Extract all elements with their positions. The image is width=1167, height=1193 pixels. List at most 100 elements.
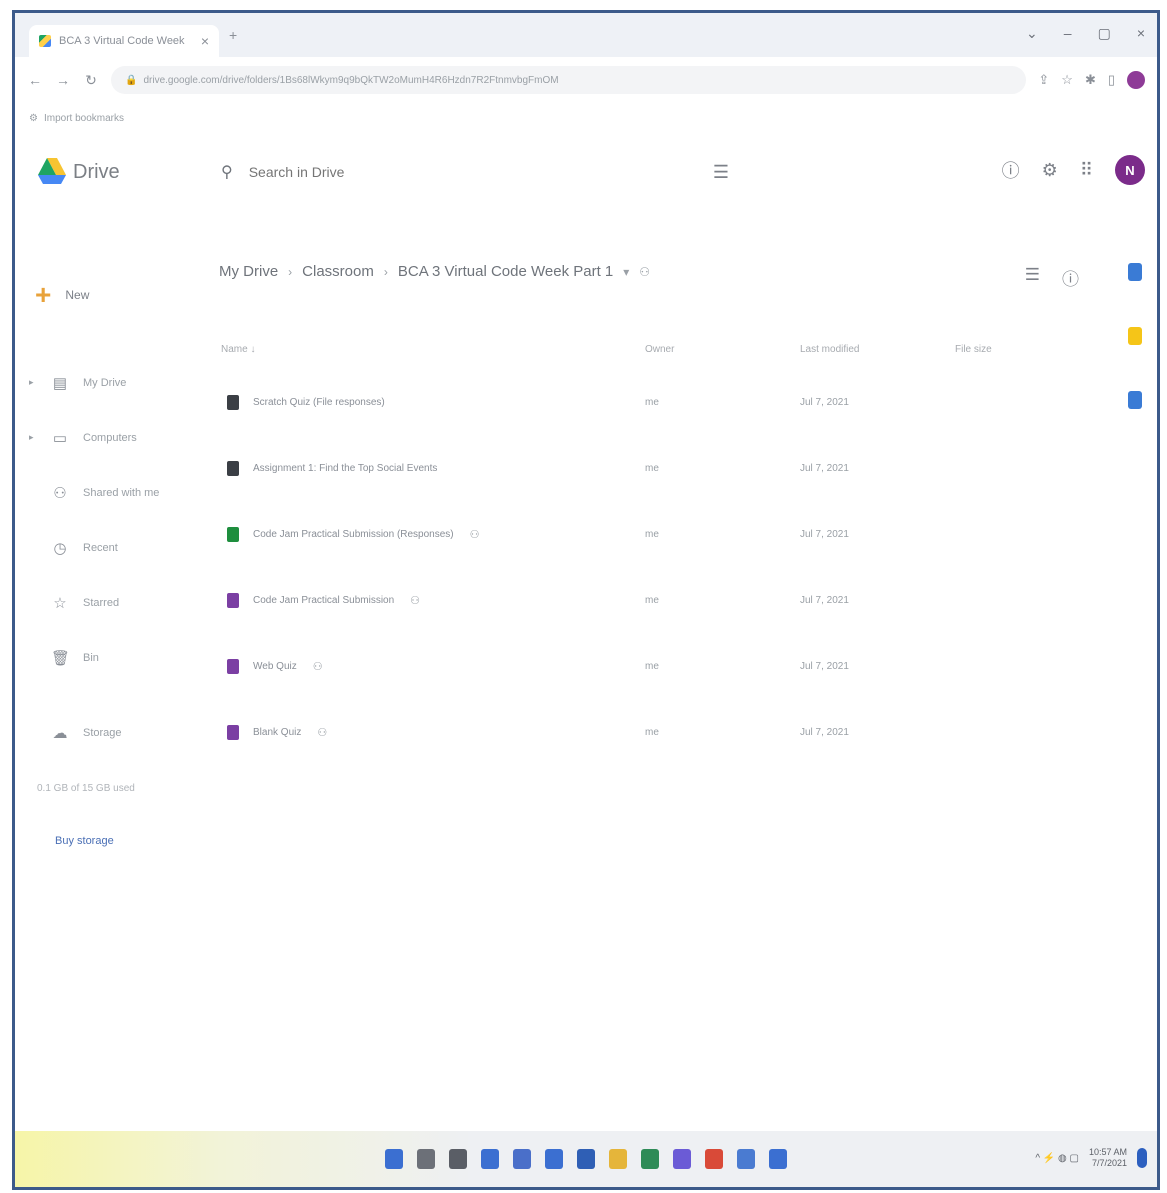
maximize-icon[interactable]: ▢ [1098,25,1111,42]
browser-tab[interactable]: BCA 3 Virtual Code Week × [29,25,219,57]
paint-icon[interactable] [737,1149,755,1169]
windows-start-icon[interactable] [385,1149,403,1169]
cloud-icon: ☁ [52,724,68,742]
apps-grid-icon[interactable]: ⠿ [1080,160,1093,181]
modified-cell: Jul 7, 2021 [800,660,849,672]
calendar-icon[interactable] [1128,263,1142,281]
right-side-panel [1119,263,1151,409]
column-header-owner: Owner [645,343,675,355]
breadcrumb: My Drive › Classroom › BCA 3 Virtual Cod… [219,263,650,280]
sidebar-item-label: Bin [83,651,99,664]
file-name-cell[interactable]: Scratch Quiz (File responses) [215,394,645,410]
search-icon[interactable] [417,1149,435,1169]
tray-icons[interactable]: ^ ⚡ ◍ ▢ [1035,1153,1079,1164]
reload-icon[interactable]: ↻ [83,72,99,89]
sidebar-item-computers[interactable]: ▸ ▭ Computers [29,410,189,465]
sidebar-item-recent[interactable]: ◷ Recent [29,520,189,575]
star-icon: ☆ [53,594,67,612]
task-view-icon[interactable] [449,1149,467,1169]
close-window-icon[interactable]: × [1137,25,1145,42]
table-row[interactable]: Assignment 1: Find the Top Social Events… [215,435,995,501]
sidebar-item-bin[interactable]: 🗑 Bin [29,630,189,685]
sidebar-item-starred[interactable]: ☆ Starred [29,575,189,630]
sidebar-item-label: My Drive [83,376,127,389]
settings-icon[interactable]: ⚙ [1042,160,1058,181]
sidebar-nav: ▸ ▤ My Drive ▸ ▭ Computers ⚇ Shared with… [29,355,189,760]
breadcrumb-item-my-drive[interactable]: My Drive [219,263,278,280]
back-icon[interactable]: ← [27,72,43,88]
notes-icon[interactable] [673,1149,691,1169]
search-bar[interactable]: ⚲ ☰ [205,151,745,193]
bookmark-star-icon[interactable]: ☆ [1061,72,1073,88]
google-drive-logo-icon[interactable] [37,155,67,185]
sort-arrow-icon[interactable]: ↓ [250,344,255,355]
chat-icon[interactable] [513,1149,531,1169]
details-icon[interactable]: ⓘ [1062,265,1079,290]
bin-icon: 🗑 [51,649,71,667]
table-row[interactable]: Code Jam Practical Submission (Responses… [215,501,995,567]
sidebar-item-storage[interactable]: ☁ Storage [29,705,189,760]
sidebar-item-my-drive[interactable]: ▸ ▤ My Drive [29,355,189,410]
browser-profile-avatar[interactable] [1127,71,1145,89]
modified-cell: Jul 7, 2021 [800,726,849,738]
sidebar-item-label: Starred [83,596,120,609]
expand-caret-icon[interactable]: ▸ [29,432,37,443]
table-row[interactable]: Code Jam Practical Submission ⚇ me Jul 7, 2… [215,567,995,633]
chevron-right-icon: › [288,264,293,279]
file-name-cell[interactable]: Assignment 1: Find the Top Social Events [215,460,645,476]
forward-icon[interactable]: → [55,72,71,88]
help-icon[interactable]: ⓘ [1002,157,1020,183]
file-name: Scratch Quiz (File responses) [253,396,385,408]
minimize-icon[interactable]: – [1064,25,1072,42]
breadcrumb-item-classroom[interactable]: Classroom [302,263,374,280]
search-input[interactable] [248,164,629,180]
store-icon[interactable] [577,1149,595,1169]
chrome-icon[interactable] [705,1149,723,1169]
drive-brand[interactable]: Drive [73,161,120,184]
form-file-icon [227,658,239,674]
keep-icon[interactable] [1128,327,1142,345]
side-panel-toggle-icon[interactable]: ▯ [1108,72,1115,88]
folder-icon[interactable] [609,1149,627,1169]
tab-search-icon[interactable]: ⌄ [1026,25,1038,42]
url-field[interactable]: 🔒 drive.google.com/drive/folders/1Bs68lW… [111,66,1027,94]
clock[interactable]: 10:57 AM 7/7/2021 [1089,1147,1127,1169]
file-name-cell[interactable]: Code Jam Practical Submission (Responses… [215,526,645,542]
file-name-cell[interactable]: Blank Quiz ⚇ [215,724,645,740]
table-row[interactable]: Scratch Quiz (File responses) me Jul 7, 20… [215,369,995,435]
column-header-name[interactable]: Name ↓ [215,344,645,355]
owner-cell: me [645,528,659,540]
new-button[interactable]: + New [35,281,89,309]
table-row[interactable]: Blank Quiz ⚇ me Jul 7, 2021 [215,699,995,765]
account-avatar[interactable]: N [1115,155,1145,185]
sidebar-item-shared-with-me[interactable]: ⚇ Shared with me [29,465,189,520]
tasks-icon[interactable] [1128,391,1142,409]
sidebar-item-label: Shared with me [83,486,160,499]
new-tab-icon[interactable]: + [229,27,237,43]
search-icon[interactable]: ⚲ [221,162,233,182]
sidebar-item-label: Computers [83,431,137,444]
extensions-icon[interactable]: ✱ [1085,72,1096,88]
bookmark-item[interactable]: Import bookmarks [44,113,124,124]
table-row[interactable]: Web Quiz ⚇ me Jul 7, 2021 [215,633,995,699]
drive-favicon-icon [39,35,51,47]
browser-tab-bar: BCA 3 Virtual Code Week × + ⌄ – ▢ × [15,13,1157,57]
shared-folder-icon: ⚇ [639,264,651,279]
file-name-cell[interactable]: Web Quiz ⚇ [215,658,645,674]
share-icon[interactable]: ⇪ [1038,72,1049,88]
files-icon[interactable] [545,1149,563,1169]
chevron-down-icon[interactable]: ▾ [623,265,629,279]
notification-icon[interactable] [1137,1148,1147,1168]
app-icon[interactable] [769,1149,787,1169]
column-header-modified[interactable]: Last modified [800,344,955,355]
excel-icon[interactable] [641,1149,659,1169]
search-options-icon[interactable]: ☰ [713,162,729,183]
widgets-icon[interactable] [481,1149,499,1169]
buy-storage-link[interactable]: Buy storage [55,835,114,847]
tab-close-icon[interactable]: × [201,33,209,49]
expand-caret-icon[interactable]: ▸ [29,377,37,388]
breadcrumb-item-current-folder[interactable]: BCA 3 Virtual Code Week Part 1 [398,263,613,280]
file-name-cell[interactable]: Code Jam Practical Submission ⚇ [215,592,645,608]
drive-header: Drive ⚲ ☰ ⓘ ⚙ ⠿ N [15,141,1157,205]
list-view-icon[interactable]: ☰ [1025,265,1040,290]
